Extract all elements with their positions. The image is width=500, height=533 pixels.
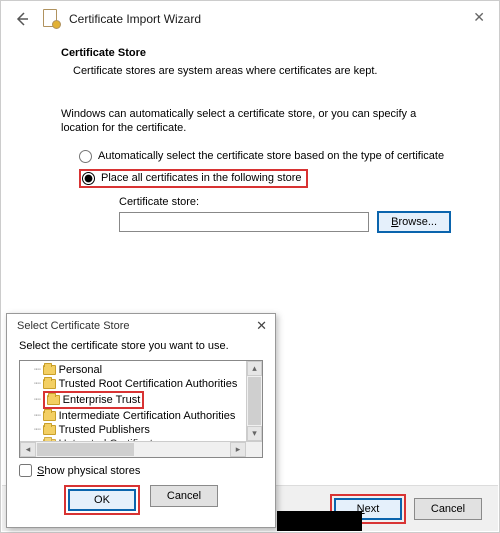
tree-item-intermediate[interactable]: ┈ Intermediate Certification Authorities	[22, 409, 246, 423]
black-strip	[277, 511, 362, 531]
vertical-scrollbar[interactable]: ▴ ▾	[246, 361, 262, 441]
scroll-down-icon[interactable]: ▾	[247, 426, 262, 441]
scroll-thumb[interactable]	[248, 377, 261, 425]
radio-place-input[interactable]	[82, 172, 95, 185]
scroll-left-icon[interactable]: ◂	[20, 442, 36, 457]
radio-auto-input[interactable]	[79, 150, 92, 163]
section-desc: Certificate stores are system areas wher…	[73, 65, 451, 77]
certificate-icon	[43, 9, 61, 29]
browse-button[interactable]: Browse...	[377, 211, 451, 233]
folder-icon	[47, 395, 60, 405]
store-input[interactable]	[119, 212, 369, 232]
popup-titlebar: Select Certificate Store ✕	[7, 314, 275, 338]
back-arrow-icon[interactable]	[11, 8, 33, 30]
radio-place-label: Place all certificates in the following …	[101, 172, 302, 184]
ok-button[interactable]: OK	[68, 489, 136, 511]
tree-list[interactable]: ┈ Personal ┈ Trusted Root Certification …	[20, 361, 246, 441]
folder-icon	[43, 411, 56, 421]
titlebar: Certificate Import Wizard ✕	[1, 1, 499, 37]
section-title: Certificate Store	[61, 47, 451, 59]
popup-close-icon[interactable]: ✕	[256, 318, 267, 334]
popup-buttons: OK Cancel	[7, 477, 275, 525]
tree-item-trusted-pub[interactable]: ┈ Trusted Publishers	[22, 423, 246, 437]
select-store-dialog: Select Certificate Store ✕ Select the ce…	[6, 313, 276, 528]
close-icon[interactable]: ✕	[473, 9, 485, 26]
tree-container: ┈ Personal ┈ Trusted Root Certification …	[19, 360, 263, 458]
radio-auto[interactable]: Automatically select the certificate sto…	[79, 150, 451, 163]
folder-icon	[43, 439, 56, 441]
folder-icon	[43, 365, 56, 375]
show-physical-input[interactable]	[19, 464, 32, 477]
tree-item-trusted-root[interactable]: ┈ Trusted Root Certification Authorities	[22, 377, 246, 391]
content-area: Certificate Store Certificate stores are…	[1, 37, 499, 233]
cancel-button[interactable]: Cancel	[414, 498, 482, 520]
popup-cancel-button[interactable]: Cancel	[150, 485, 218, 507]
horizontal-scrollbar[interactable]: ◂ ▸	[20, 441, 262, 457]
enterprise-trust-highlight: Enterprise Trust	[43, 391, 145, 409]
tree-item-enterprise-trust[interactable]: ┈ Enterprise Trust	[22, 391, 246, 409]
folder-icon	[43, 379, 56, 389]
radio-group: Automatically select the certificate sto…	[79, 150, 451, 233]
popup-desc: Select the certificate store you want to…	[7, 338, 275, 360]
wizard-window: Certificate Import Wizard ✕ Certificate …	[0, 0, 500, 533]
tree-item-untrusted[interactable]: ┈ Untrusted Certificates	[22, 437, 246, 441]
hscroll-thumb[interactable]	[37, 443, 134, 456]
store-block: Certificate store: Browse...	[119, 196, 451, 233]
help-text: Windows can automatically select a certi…	[61, 107, 451, 136]
popup-title: Select Certificate Store	[17, 320, 130, 332]
tree-item-personal[interactable]: ┈ Personal	[22, 363, 246, 377]
store-label: Certificate store:	[119, 196, 451, 208]
ok-highlight: OK	[64, 485, 140, 515]
window-title: Certificate Import Wizard	[69, 12, 201, 26]
folder-icon	[43, 425, 56, 435]
radio-place-highlight: Place all certificates in the following …	[79, 169, 308, 188]
show-physical-checkbox[interactable]: Show physical stores	[7, 458, 275, 477]
radio-auto-label: Automatically select the certificate sto…	[98, 150, 444, 162]
scroll-right-icon[interactable]: ▸	[230, 442, 246, 457]
scroll-up-icon[interactable]: ▴	[247, 361, 262, 376]
